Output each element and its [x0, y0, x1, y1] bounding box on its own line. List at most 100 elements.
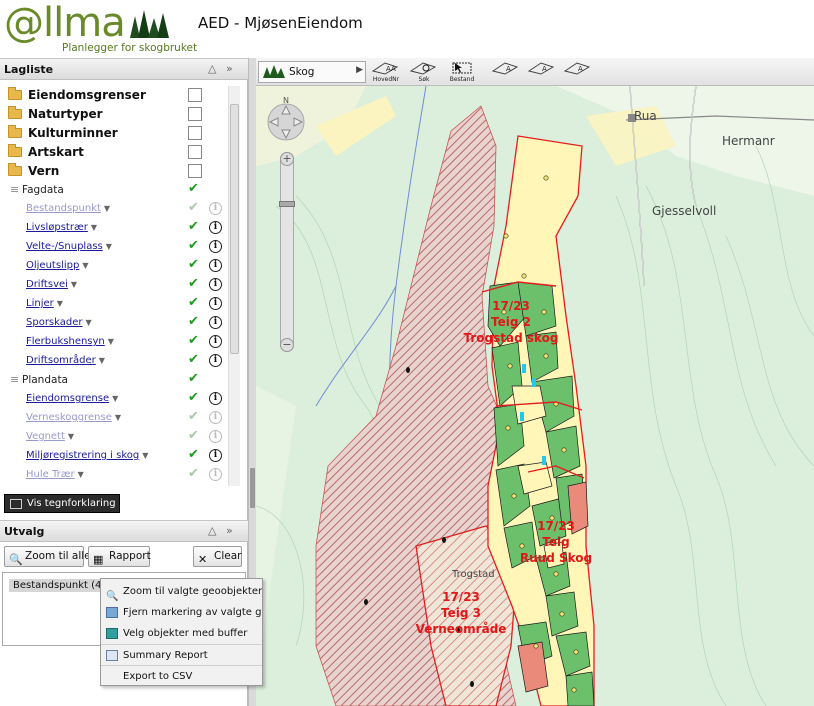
- layer-list-scrollbar[interactable]: [228, 86, 240, 486]
- layer-checkbox[interactable]: ✔: [188, 391, 202, 405]
- layer-link[interactable]: Flerbukshensyn ▼: [26, 336, 114, 347]
- pan-control[interactable]: N: [260, 92, 310, 148]
- info-icon[interactable]: i: [209, 259, 222, 272]
- layer-row[interactable]: Oljeutslipp ▼ ✔ i: [2, 257, 240, 276]
- layer-checkbox[interactable]: ✔: [188, 410, 202, 424]
- layer-row[interactable]: Driftsområder ▼ ✔ i: [2, 352, 240, 371]
- layer-row[interactable]: Bestandspunkt ▼ ✔ i: [2, 200, 240, 219]
- layer-checkbox[interactable]: [188, 164, 202, 178]
- group-checkbox[interactable]: ✔: [188, 182, 202, 196]
- splitter-grip[interactable]: [250, 468, 255, 508]
- info-icon[interactable]: i: [209, 411, 222, 424]
- dropdown-arrow-icon[interactable]: ▼: [104, 204, 110, 213]
- info-icon[interactable]: i: [209, 335, 222, 348]
- layer-row[interactable]: Hule Trær ▼ ✔ i: [2, 466, 240, 485]
- info-icon[interactable]: i: [209, 354, 222, 367]
- info-icon[interactable]: i: [209, 449, 222, 462]
- folder-row-vern[interactable]: Vern: [2, 162, 240, 181]
- chevron-right-icon[interactable]: ▶: [356, 65, 363, 75]
- layer-checkbox[interactable]: ✔: [188, 296, 202, 310]
- group-row-plandata[interactable]: ≡ Plandata ✔: [2, 371, 240, 390]
- double-chevron-right-icon[interactable]: »: [226, 524, 233, 537]
- layer-checkbox[interactable]: ✔: [188, 353, 202, 367]
- info-icon[interactable]: i: [209, 297, 222, 310]
- dropdown-arrow-icon[interactable]: ▼: [82, 261, 88, 270]
- collapse-icon[interactable]: △: [208, 62, 216, 75]
- layer-checkbox[interactable]: ✔: [188, 201, 202, 215]
- layer-link[interactable]: Driftsvei ▼: [26, 279, 77, 290]
- hovednr-tool[interactable]: AA HovedNr: [368, 61, 404, 83]
- menu-item-remove-marking[interactable]: Fjern markering av valgte geoobjekter: [101, 602, 262, 623]
- layer-checkbox[interactable]: ✔: [188, 277, 202, 291]
- info-icon[interactable]: i: [209, 316, 222, 329]
- layer-link[interactable]: Driftsområder ▼: [26, 355, 105, 366]
- layer-checkbox[interactable]: ✔: [188, 239, 202, 253]
- map-tool-5[interactable]: A: [524, 61, 560, 83]
- dropdown-arrow-icon[interactable]: ▼: [86, 318, 92, 327]
- dropdown-arrow-icon[interactable]: ▼: [142, 451, 148, 460]
- folder-row-artskart[interactable]: Artskart: [2, 143, 240, 162]
- layer-row[interactable]: Eiendomsgrense ▼ ✔ i: [2, 390, 240, 409]
- collapse-icon[interactable]: △: [208, 524, 216, 537]
- menu-item-summary-report[interactable]: Summary Report: [101, 644, 262, 665]
- show-legend-button[interactable]: Vis tegnforklaring: [4, 494, 120, 513]
- dropdown-arrow-icon[interactable]: ▼: [57, 299, 63, 308]
- background-map-select[interactable]: Skog ▶: [258, 61, 366, 83]
- info-icon[interactable]: i: [209, 468, 222, 481]
- layer-checkbox[interactable]: ✔: [188, 448, 202, 462]
- info-icon[interactable]: i: [209, 430, 222, 443]
- info-icon[interactable]: i: [209, 221, 222, 234]
- layer-link[interactable]: Bestandspunkt ▼: [26, 203, 110, 214]
- layer-checkbox[interactable]: ✔: [188, 220, 202, 234]
- layer-row[interactable]: Flerbukshensyn ▼ ✔ i: [2, 333, 240, 352]
- map-tool-4[interactable]: A: [488, 61, 524, 83]
- dropdown-arrow-icon[interactable]: ▼: [112, 394, 118, 403]
- zoom-slider[interactable]: + −: [279, 152, 295, 352]
- zoom-in-button[interactable]: +: [280, 152, 294, 166]
- layer-checkbox[interactable]: [188, 126, 202, 140]
- layer-checkbox[interactable]: ✔: [188, 315, 202, 329]
- dropdown-arrow-icon[interactable]: ▼: [108, 337, 114, 346]
- layer-link[interactable]: Linjer ▼: [26, 298, 63, 309]
- layer-checkbox[interactable]: [188, 107, 202, 121]
- layer-checkbox[interactable]: ✔: [188, 334, 202, 348]
- map-tool-6[interactable]: A: [560, 61, 596, 83]
- dropdown-arrow-icon[interactable]: ▼: [99, 356, 105, 365]
- layer-row[interactable]: Verneskoggrense ▼ ✔ i: [2, 409, 240, 428]
- layer-checkbox[interactable]: ✔: [188, 258, 202, 272]
- layer-checkbox[interactable]: [188, 88, 202, 102]
- report-button[interactable]: ▦ Rapport: [88, 546, 151, 567]
- layer-checkbox[interactable]: ✔: [188, 467, 202, 481]
- layer-row[interactable]: Linjer ▼ ✔ i: [2, 295, 240, 314]
- layer-link[interactable]: Velte-/Snuplass ▼: [26, 241, 112, 252]
- dropdown-arrow-icon[interactable]: ▼: [91, 223, 97, 232]
- map-canvas[interactable]: Hermanr Gjesselvoll Rua Trogstad 17/23 Te…: [256, 86, 814, 706]
- scrollbar-thumb[interactable]: [230, 104, 239, 354]
- layer-row[interactable]: Livsløpstrær ▼ ✔ i: [2, 219, 240, 238]
- sok-tool[interactable]: Søk: [406, 61, 442, 83]
- layer-link[interactable]: Hule Trær ▼: [26, 469, 84, 480]
- menu-item-buffer-select[interactable]: Velg objekter med buffer: [101, 623, 262, 644]
- layer-link[interactable]: Verneskoggrense ▼: [26, 412, 121, 423]
- dropdown-arrow-icon[interactable]: ▼: [68, 432, 74, 441]
- zoom-out-button[interactable]: −: [280, 338, 294, 352]
- layer-row[interactable]: Vegnett ▼ ✔ i: [2, 428, 240, 447]
- bestand-tool[interactable]: Bestand: [444, 61, 480, 83]
- zoom-to-all-button[interactable]: 🔍 Zoom til alle: [4, 546, 91, 567]
- layer-link[interactable]: Eiendomsgrense ▼: [26, 393, 118, 404]
- group-checkbox[interactable]: ✔: [188, 372, 202, 386]
- layer-link[interactable]: Sporskader ▼: [26, 317, 92, 328]
- info-icon[interactable]: i: [209, 392, 222, 405]
- layer-row[interactable]: Miljøregistrering i skog ▼ ✔ i: [2, 447, 240, 466]
- menu-item-export-csv[interactable]: Export to CSV: [101, 665, 262, 685]
- double-chevron-right-icon[interactable]: »: [226, 62, 233, 75]
- info-icon[interactable]: i: [209, 278, 222, 291]
- info-icon[interactable]: i: [209, 202, 222, 215]
- zoom-thumb[interactable]: [279, 201, 295, 207]
- dropdown-arrow-icon[interactable]: ▼: [106, 242, 112, 251]
- dropdown-arrow-icon[interactable]: ▼: [71, 280, 77, 289]
- dropdown-arrow-icon[interactable]: ▼: [115, 413, 121, 422]
- folder-row-naturtyper[interactable]: Naturtyper: [2, 105, 240, 124]
- info-icon[interactable]: i: [209, 240, 222, 253]
- folder-row-eiendomsgrenser[interactable]: Eiendomsgrenser: [2, 86, 240, 105]
